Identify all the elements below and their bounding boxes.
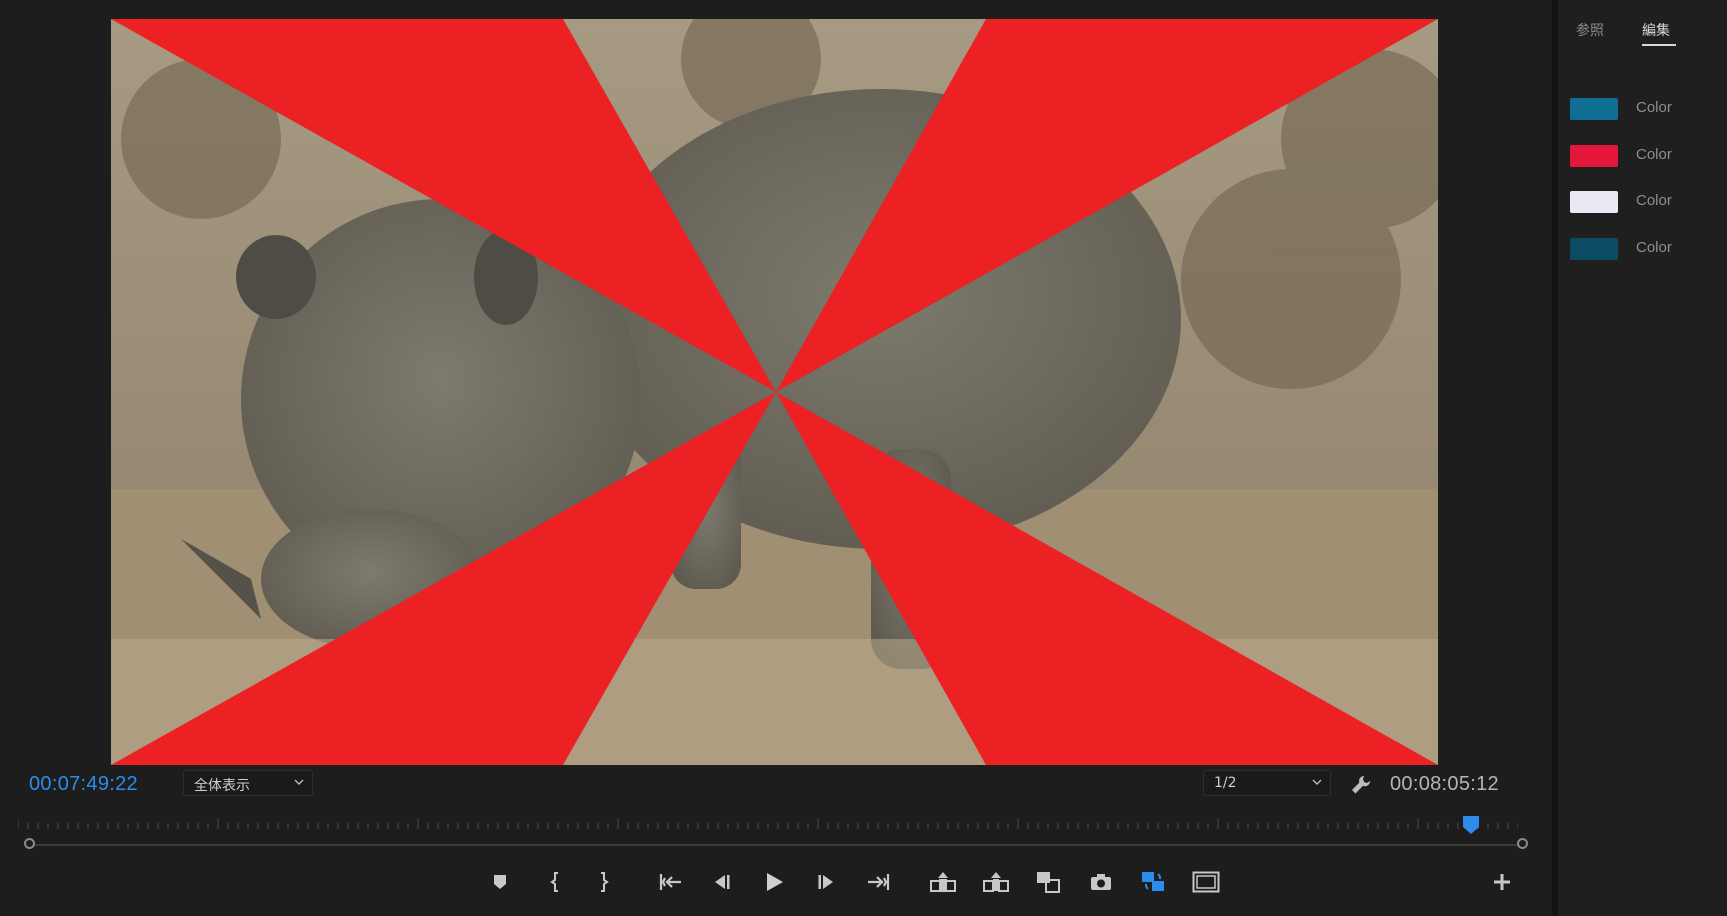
export-frame-button[interactable] — [1087, 868, 1115, 896]
play-button[interactable] — [760, 868, 788, 896]
essential-graphics-panel: 参照 編集 Color Color Color Color — [1558, 0, 1727, 916]
mark-in-button[interactable] — [542, 868, 570, 896]
color-swatch-row[interactable]: Color — [1570, 98, 1720, 122]
color-swatch-row[interactable]: Color — [1570, 238, 1720, 262]
current-timecode[interactable]: 00:07:49:22 — [29, 773, 138, 796]
safe-margins-button[interactable] — [1192, 868, 1220, 896]
step-back-button[interactable] — [707, 868, 735, 896]
zoom-level-label: 全体表示 — [194, 778, 250, 794]
color-swatch[interactable] — [1570, 98, 1618, 120]
chevron-down-icon — [1312, 779, 1322, 785]
lift-icon — [930, 872, 956, 892]
playhead[interactable] — [1462, 815, 1480, 835]
out-point-handle[interactable] — [1517, 838, 1528, 849]
extract-icon — [983, 872, 1009, 892]
program-monitor: 00:07:49:22 全体表示 1/2 00:08:05:12 — [0, 0, 1552, 916]
video-preview — [111, 19, 1438, 765]
zoom-level-select[interactable]: 全体表示 — [183, 770, 313, 796]
extract-button[interactable] — [982, 868, 1010, 896]
in-point-handle[interactable] — [24, 838, 35, 849]
add-marker-button[interactable] — [486, 868, 514, 896]
color-swatch[interactable] — [1570, 145, 1618, 167]
track-line — [30, 844, 1520, 846]
insert-icon — [1037, 872, 1060, 893]
safe-margins-icon — [1192, 871, 1220, 893]
active-tab-indicator — [1642, 44, 1676, 46]
resolution-select[interactable]: 1/2 — [1203, 770, 1331, 796]
color-swatch[interactable] — [1570, 238, 1618, 260]
marker-icon — [494, 875, 506, 889]
resolution-label: 1/2 — [1214, 775, 1237, 791]
go-to-out-icon — [868, 874, 890, 890]
duration-timecode: 00:08:05:12 — [1390, 773, 1499, 795]
tab-browse[interactable]: 参照 — [1576, 20, 1604, 40]
color-swatch-row[interactable]: Color — [1570, 191, 1720, 215]
step-forward-icon — [818, 875, 833, 889]
comparison-view-button[interactable] — [1139, 868, 1167, 896]
add-button[interactable] — [1488, 868, 1516, 896]
comparison-icon — [1142, 872, 1164, 891]
tab-edit[interactable]: 編集 — [1642, 20, 1670, 40]
transport-controls — [0, 862, 1552, 902]
lift-button[interactable] — [929, 868, 957, 896]
go-to-in-button[interactable] — [657, 868, 685, 896]
color-label: Color — [1636, 146, 1672, 163]
video-frame[interactable] — [111, 19, 1438, 765]
mark-out-icon — [601, 872, 609, 892]
color-swatch[interactable] — [1570, 191, 1618, 213]
chevron-down-icon — [294, 779, 304, 785]
color-label: Color — [1636, 192, 1672, 209]
step-forward-button[interactable] — [813, 868, 841, 896]
playback-track[interactable] — [24, 838, 1528, 852]
play-icon — [767, 873, 783, 891]
camera-icon — [1091, 874, 1111, 890]
go-to-out-button[interactable] — [864, 868, 892, 896]
color-label: Color — [1636, 239, 1672, 256]
step-back-icon — [715, 875, 730, 889]
color-swatch-row[interactable]: Color — [1570, 145, 1720, 169]
go-to-in-icon — [659, 874, 681, 890]
time-ruler[interactable] — [18, 816, 1518, 830]
color-label: Color — [1636, 99, 1672, 116]
mark-out-button[interactable] — [589, 868, 617, 896]
mark-in-icon — [550, 872, 558, 892]
insert-button[interactable] — [1034, 868, 1062, 896]
plus-icon — [1494, 874, 1510, 890]
wrench-icon[interactable] — [1349, 773, 1373, 797]
